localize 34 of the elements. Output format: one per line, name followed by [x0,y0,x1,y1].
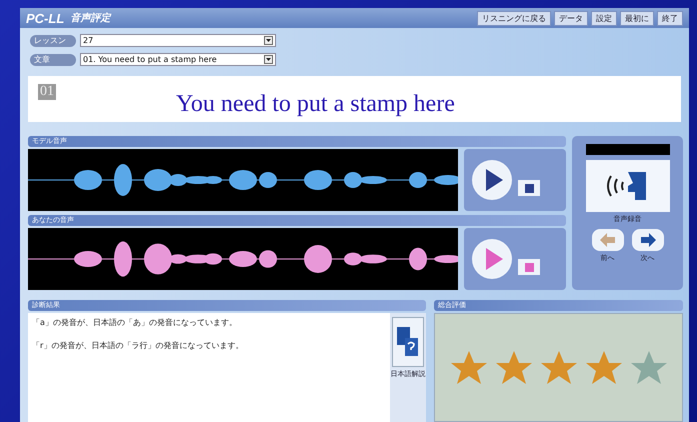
stop-button[interactable] [518,180,540,196]
play-icon [484,247,504,271]
window-title: 音声評定 [70,11,110,25]
filled-star-icon [584,350,622,386]
header-button[interactable]: 終了 [657,10,683,26]
stop-icon [524,262,534,272]
next-button[interactable] [632,229,664,251]
header-button[interactable]: データ [554,10,588,26]
question-cards-icon [395,325,421,359]
sentence-text: You need to put a stamp here [176,90,455,118]
previous-button[interactable] [592,229,624,251]
filled-star-icon [494,350,532,386]
record-button[interactable] [586,160,670,212]
field-label: 文章 [30,54,76,66]
header-button[interactable]: リスニングに戻る [477,10,551,26]
advice-text: 「r」の発音が、日本語の「ラ行」の発音になっています。 [32,340,244,351]
empty-star-icon [630,350,668,386]
advice-text: 「a」の発音が、日本語の「あ」の発音になっています。 [32,317,238,328]
dropdown[interactable]: 01. You need to put a stamp here [80,53,276,66]
help-button[interactable] [392,317,424,367]
field-label: レッスン [30,34,76,46]
filled-star-icon [540,350,578,386]
stop-icon [524,184,534,192]
dropdown-arrow-icon [264,55,273,64]
header-button[interactable]: 設定 [591,10,617,26]
header-button[interactable]: 最初に [620,10,654,26]
sentence-number: 01 [38,84,56,100]
play-button[interactable] [472,160,512,200]
filled-star-icon [450,350,488,386]
app-logo: PC-LL [26,10,64,26]
play-icon [484,168,504,192]
dropdown[interactable]: 27 [80,34,276,47]
dropdown-arrow-icon [264,36,273,45]
left-arrow-icon [598,232,618,248]
